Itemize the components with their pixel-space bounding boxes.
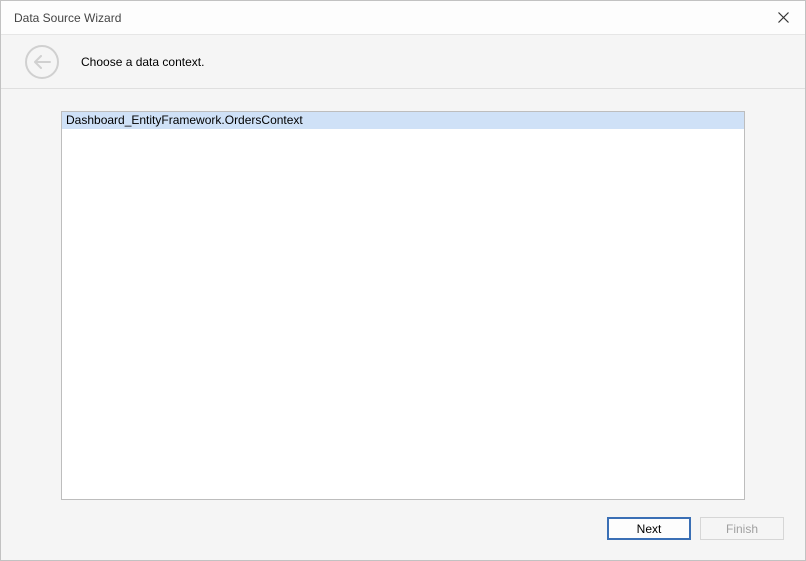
wizard-header: Choose a data context. [1,34,805,89]
titlebar: Data Source Wizard [1,1,805,34]
next-button[interactable]: Next [607,517,691,540]
wizard-footer: Next Finish [1,507,805,560]
arrow-left-icon [34,55,51,69]
list-item[interactable]: Dashboard_EntityFramework.OrdersContext [62,112,744,129]
content-area: Dashboard_EntityFramework.OrdersContext [1,89,805,507]
close-icon[interactable] [773,8,793,28]
data-context-listbox[interactable]: Dashboard_EntityFramework.OrdersContext [61,111,745,500]
instruction-text: Choose a data context. [81,55,204,69]
window-title: Data Source Wizard [14,11,121,25]
finish-button: Finish [700,517,784,540]
dialog-window: Data Source Wizard Choose a data context… [0,0,806,561]
back-button[interactable] [25,45,59,79]
